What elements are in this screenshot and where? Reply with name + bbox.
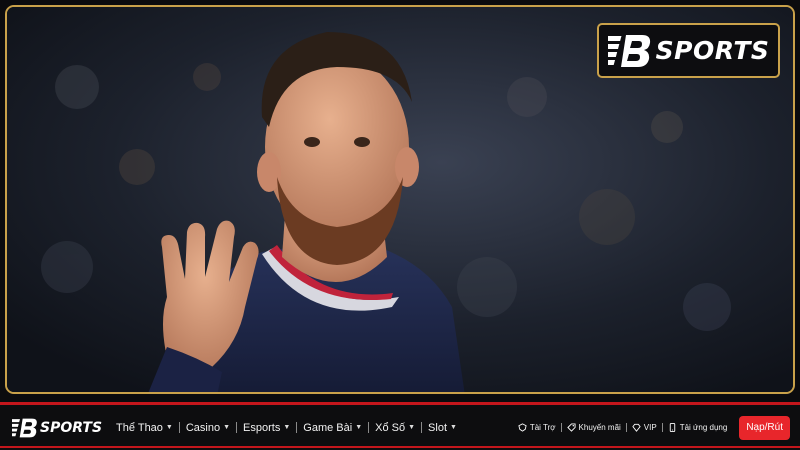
nav-item-casino[interactable]: Casino ▼: [180, 422, 236, 434]
hero-banner: SPORTS: [0, 0, 800, 402]
nav-menu: Thể Thao ▼ Casino ▼ Esports ▼ Game Bài ▼…: [110, 422, 463, 434]
brand-logo-badge: SPORTS: [597, 23, 780, 78]
util-item-tai-ung-dung[interactable]: Tải ứng dụng: [663, 423, 733, 432]
hero-image-frame: SPORTS: [5, 5, 795, 394]
util-item-label: VIP: [643, 423, 657, 432]
nav-item-esports[interactable]: Esports ▼: [237, 422, 296, 434]
tag-icon: [566, 423, 576, 432]
phone-icon: [669, 423, 675, 432]
nav-item-label: Xổ Số: [375, 421, 406, 434]
main-nav-bar: SPORTS Thể Thao ▼ Casino ▼ Esports ▼ Gam…: [0, 402, 800, 450]
util-item-khuyen-mai[interactable]: Khuyến mãi: [562, 423, 626, 432]
caret-down-icon: ▼: [355, 424, 363, 431]
nav-item-the-thao[interactable]: Thể Thao ▼: [110, 422, 179, 434]
util-item-label: Tải ứng dụng: [679, 423, 728, 432]
nav-logo[interactable]: SPORTS: [12, 418, 102, 438]
util-item-tai-tro[interactable]: Tài Trợ: [513, 423, 561, 432]
util-item-label: Tài Trợ: [529, 423, 556, 432]
caret-down-icon: ▼: [223, 424, 231, 431]
nav-item-label: Slot: [428, 421, 448, 434]
brand-name: SPORTS: [655, 36, 770, 65]
caret-down-icon: ▼: [450, 424, 457, 431]
nav-utility: Tài Trợ Khuyến mãi VIP Tải ứng dụng Nạp/…: [513, 415, 790, 440]
util-item-label: Khuyến mãi: [578, 423, 621, 432]
nav-item-label: Casino: [185, 421, 221, 434]
nav-item-game-bai[interactable]: Game Bài ▼: [297, 422, 368, 434]
util-item-vip[interactable]: VIP: [627, 423, 662, 432]
nav-brand-name: SPORTS: [40, 419, 103, 436]
nav-item-slot[interactable]: Slot ▼: [422, 422, 463, 434]
diamond-icon: [632, 423, 641, 432]
sponsor-icon: [518, 423, 527, 432]
nav-item-label: Esports: [243, 421, 281, 434]
caret-down-icon: ▼: [165, 424, 173, 431]
nav-item-label: Game Bài: [303, 421, 353, 434]
caret-down-icon: ▼: [283, 424, 291, 431]
nav-item-label: Thể Thao: [116, 421, 163, 434]
b-logo-icon: [12, 418, 37, 437]
nav-item-xo-so[interactable]: Xổ Số ▼: [369, 422, 421, 434]
b-logo-icon: [607, 34, 650, 67]
deposit-withdraw-button[interactable]: Nạp/Rút: [739, 415, 790, 440]
caret-down-icon: ▼: [408, 424, 416, 431]
